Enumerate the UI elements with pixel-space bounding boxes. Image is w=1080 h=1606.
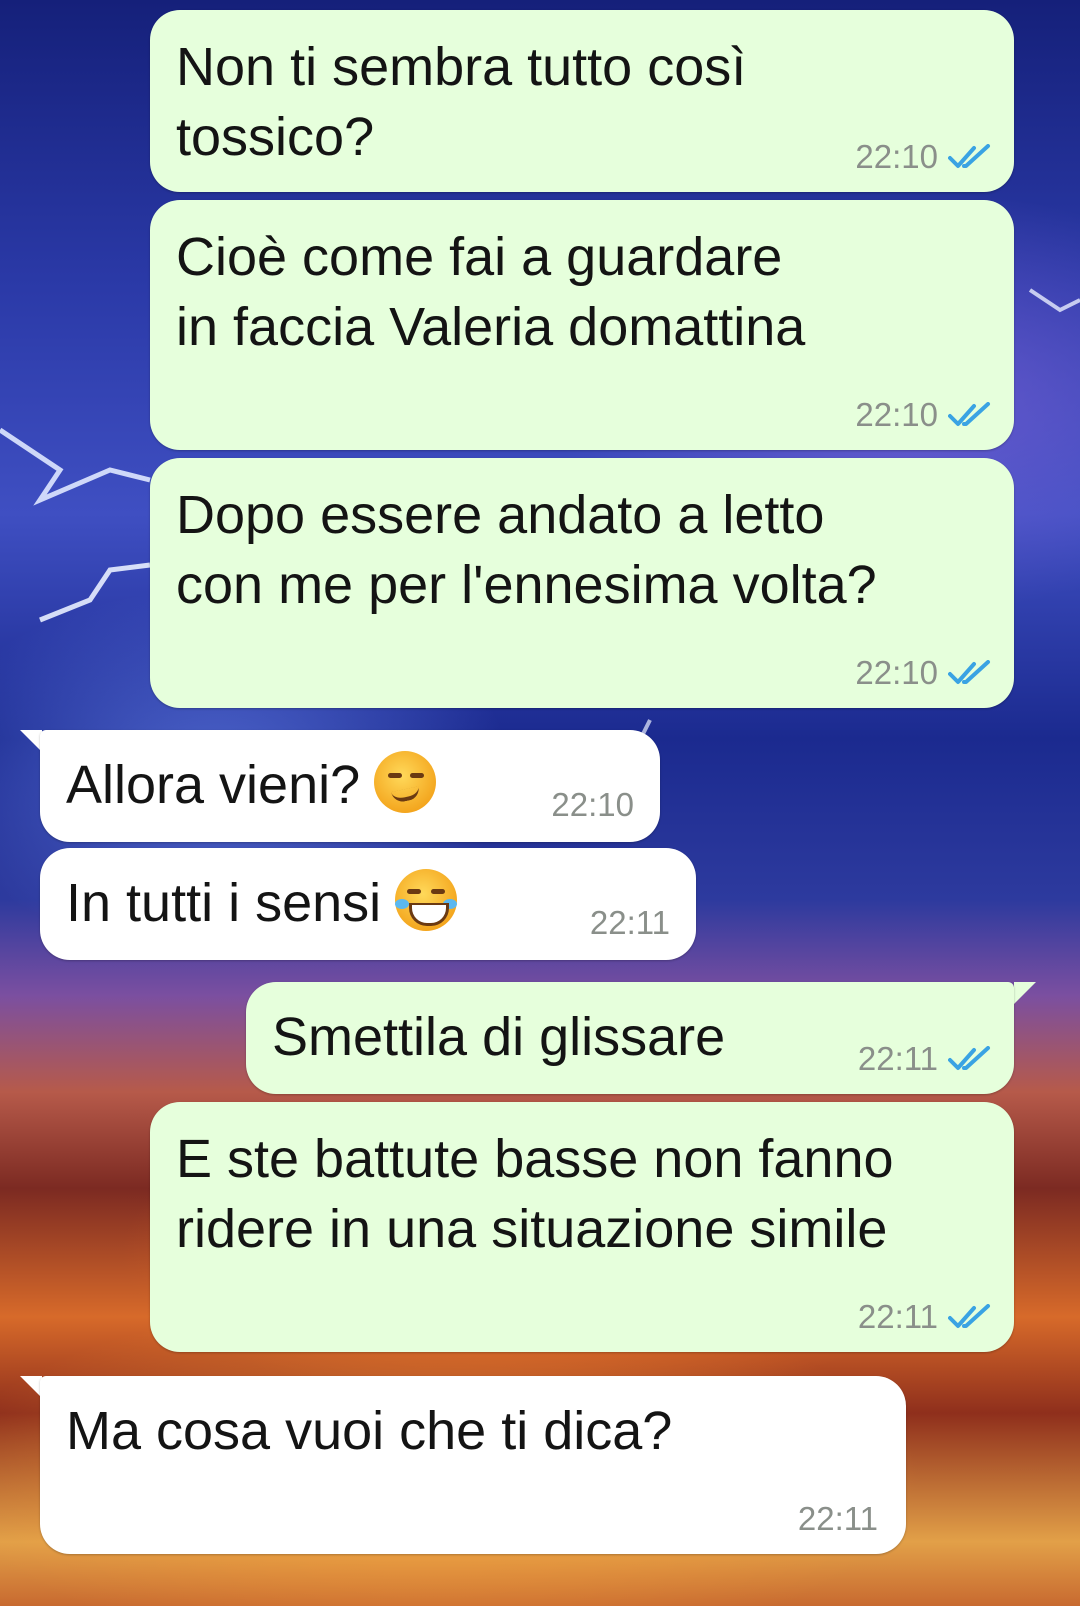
message-text: E ste battute basse non fanno ridere in … <box>176 1129 894 1259</box>
outgoing-message[interactable]: Non ti sembra tutto così tossico? 22:10 <box>150 10 1014 192</box>
message-text: Ma cosa vuoi che ti dica? <box>66 1401 673 1461</box>
message-text: Allora vieni? <box>66 755 361 815</box>
message-meta: 22:11 <box>590 904 670 942</box>
message-meta: 22:11 <box>858 1040 992 1078</box>
message-meta: 22:10 <box>855 654 992 692</box>
message-text: Dopo essere andato a letto con me per l'… <box>176 485 877 615</box>
message-time: 22:11 <box>589 904 670 941</box>
message-text: Non ti sembra tutto così tossico? <box>176 37 747 167</box>
bubble-tail <box>20 730 42 752</box>
message-meta: 22:10 <box>551 786 634 824</box>
double-check-read-icon <box>948 1304 990 1328</box>
message-time: 22:10 <box>855 138 938 175</box>
message-time: 22:10 <box>855 654 938 691</box>
message-meta: 22:11 <box>798 1500 878 1538</box>
message-text: In tutti i sensi <box>66 873 382 933</box>
message-text: Smettila di glissare <box>272 1007 726 1067</box>
message-time: 22:11 <box>857 1040 938 1077</box>
message-time: 22:11 <box>857 1298 938 1335</box>
incoming-message[interactable]: Allora vieni? 22:10 <box>40 730 660 842</box>
incoming-message[interactable]: In tutti i sensi 22:11 <box>40 848 696 960</box>
message-meta: 22:11 <box>858 1298 992 1336</box>
message-text-row: Allora vieni? <box>66 750 437 820</box>
smirking-face-emoji-icon <box>374 751 437 813</box>
message-time: 22:11 <box>797 1500 878 1537</box>
message-meta: 22:10 <box>855 138 992 176</box>
bubble-tail <box>1014 982 1036 1004</box>
message-time: 22:10 <box>551 786 634 823</box>
double-check-read-icon <box>948 402 990 426</box>
double-check-read-icon <box>948 660 990 684</box>
message-text: Cioè come fai a guardare in faccia Valer… <box>176 227 806 357</box>
message-meta: 22:10 <box>855 396 992 434</box>
outgoing-message[interactable]: Dopo essere andato a letto con me per l'… <box>150 458 1014 708</box>
face-with-tears-of-joy-emoji-icon <box>395 869 458 931</box>
message-text-row: In tutti i sensi <box>66 868 458 938</box>
outgoing-message[interactable]: E ste battute basse non fanno ridere in … <box>150 1102 1014 1352</box>
outgoing-message[interactable]: Smettila di glissare 22:11 <box>246 982 1014 1094</box>
double-check-read-icon <box>948 1046 990 1070</box>
outgoing-message[interactable]: Cioè come fai a guardare in faccia Valer… <box>150 200 1014 450</box>
bubble-tail <box>20 1376 42 1398</box>
message-time: 22:10 <box>855 396 938 433</box>
incoming-message[interactable]: Ma cosa vuoi che ti dica? 22:11 <box>40 1376 906 1554</box>
double-check-read-icon <box>948 144 990 168</box>
